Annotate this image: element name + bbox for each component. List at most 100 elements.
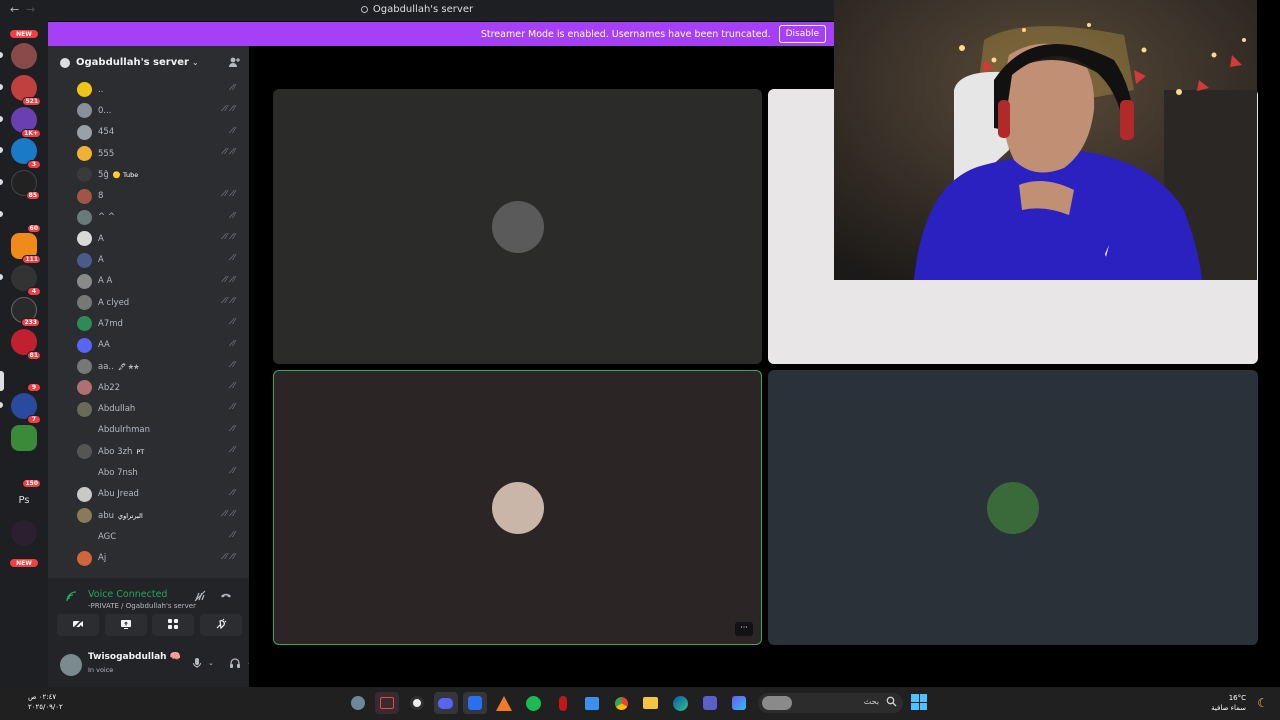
muted-deafened-icon: ⁄̸ [233,338,237,348]
camera-off-button[interactable] [57,614,99,636]
microphone-icon[interactable] [192,657,202,672]
participant-tile[interactable] [273,89,762,364]
app-icon[interactable] [727,692,751,714]
mention-badge: 150 [22,479,41,488]
server-icon[interactable]: 9 [11,361,41,392]
app-icon[interactable] [346,692,370,714]
member-name: AGC [98,531,117,542]
chevron-down-icon[interactable]: ⌄ [208,659,214,667]
spotify-icon[interactable] [522,692,546,714]
muted-deafened-icon: ⁄̸ [233,125,237,135]
app-icon[interactable] [375,692,400,714]
voice-member[interactable]: A ⁄̸ ⁄̸ [48,228,249,249]
server-icon[interactable]: 7 [11,393,41,424]
app-icon[interactable] [551,692,575,714]
weather-widget[interactable]: 16°C سماء صافية [1211,693,1246,713]
app-icon[interactable] [492,692,516,714]
server-icon[interactable]: 150 [11,457,41,488]
server-icon[interactable]: 4 [11,265,41,296]
mention-badge: 81 [26,351,41,360]
server-header[interactable]: Ogabdullah's server ⌄ [48,46,249,79]
discord-icon[interactable] [433,692,458,714]
voice-member[interactable]: 5ĝ 🟡 Tube [48,164,249,185]
taskbar-clock[interactable]: ٠٢:٤٧ ص ٢٠٢٥/٠٩/٠٢ [14,692,63,712]
server-icon[interactable] [11,520,37,546]
voice-member[interactable]: A clyed ⁄̸ ⁄̸ [48,292,249,313]
disable-button[interactable]: Disable [778,25,826,43]
server-icon[interactable]: 521 [11,75,41,106]
voice-member[interactable]: Abdullah ⁄̸ [48,398,249,419]
voice-member[interactable]: aa.. 🖋 ✯✯ ⁄̸ [48,356,249,377]
voice-member[interactable]: A ⁄̸ [48,249,249,270]
more-options-button[interactable]: ··· [735,622,753,636]
server-icon[interactable]: 1K+ [11,107,41,138]
voice-member[interactable]: 8 ⁄̸ ⁄̸ [48,185,249,206]
avatar [77,337,92,353]
server-icon[interactable]: 3 [11,138,41,169]
headphones-icon[interactable] [229,657,241,672]
server-icon[interactable]: 81 [11,329,41,360]
mention-badge: 233 [21,318,40,327]
voice-member[interactable]: A7md ⁄̸ [48,313,249,334]
add-member-icon[interactable] [228,56,240,71]
muted-deafened-icon: ⁄̸ [233,210,237,220]
participant-tile[interactable] [768,370,1258,645]
username[interactable]: Twisogabdullah 🧠 [88,652,181,662]
voice-connected-label[interactable]: Voice Connected [88,589,167,600]
store-icon[interactable] [580,692,604,714]
moon-icon: ☾ [1257,696,1268,710]
voice-member[interactable]: .. ⁄̸ [48,79,249,100]
chrome-icon[interactable] [610,692,634,714]
obs-icon[interactable] [405,692,429,714]
muted-deafened-icon: ⁄̸ [233,317,237,327]
edge-icon[interactable] [668,692,692,714]
voice-member[interactable]: Abo 7nsh ⁄̸ [48,462,249,483]
voice-member[interactable]: Abu Jread ⁄̸ [48,484,249,505]
activities-button[interactable] [152,614,195,636]
mention-badge: 60 [26,224,41,233]
voice-member[interactable]: abu البرتراوي ⁄̸ ⁄̸ [48,505,249,526]
server-guide-icon [60,57,70,68]
file-explorer-icon[interactable] [639,692,663,714]
soundboard-button[interactable] [199,614,242,636]
photoshop-server-icon[interactable]: Ps [11,488,37,514]
server-icon[interactable]: 85 [11,170,40,200]
voice-member[interactable]: AA ⁄̸ [48,335,249,356]
voice-member[interactable]: 555 ⁄̸ ⁄̸ [48,143,249,164]
avatar [77,209,92,225]
teams-icon[interactable] [698,692,722,714]
mention-badge: 3 [27,160,41,169]
voice-member[interactable]: Abdulrhman ⁄̸ [48,420,249,441]
server-icon[interactable]: 60 [11,202,41,233]
screen-share-button[interactable] [104,614,147,636]
participant-tile-speaking[interactable]: ··· [273,370,762,645]
unread-indicator [0,84,3,90]
participant-avatar [987,481,1039,534]
voice-member[interactable]: ^ ^ ⁄̸ [48,207,249,228]
voice-member[interactable]: Ab22 ⁄̸ [48,377,249,398]
voice-member[interactable]: Abo 3zh PT ⁄̸ [48,441,249,462]
app-icon[interactable] [463,692,488,714]
member-name: A clyed [98,297,130,308]
voice-member[interactable]: Aj ⁄̸ ⁄̸ [48,548,249,569]
voice-panel: Voice Connected -PRIVATE / Ogabdullah's … [48,578,278,687]
server-icon[interactable]: 233 [11,297,40,327]
voice-member[interactable]: 0... ⁄̸ ⁄̸ [48,100,249,121]
search-box[interactable]: بحث [758,693,903,713]
disconnect-icon[interactable] [220,590,232,605]
banner-message: Streamer Mode is enabled. Usernames have… [480,28,771,40]
windows-start-icon[interactable] [911,694,927,710]
server-icon[interactable] [11,425,37,451]
avatar [77,252,92,268]
voice-member[interactable]: 454 ⁄̸ [48,122,249,143]
server-icon[interactable] [11,43,37,69]
voice-member[interactable]: A A ⁄̸ ⁄̸ [48,271,249,292]
signal-icon[interactable] [66,591,77,605]
voice-member[interactable]: AGC ⁄̸ [48,526,249,547]
server-icon[interactable]: 111 [11,233,41,264]
member-tag: 🖋 ✯✯ [117,362,140,371]
voice-channel-label[interactable]: -PRIVATE / Ogabdullah's server [88,602,196,610]
avatar[interactable] [60,654,82,676]
member-name: aa.. [98,361,114,372]
noise-suppression-icon[interactable] [194,590,206,605]
